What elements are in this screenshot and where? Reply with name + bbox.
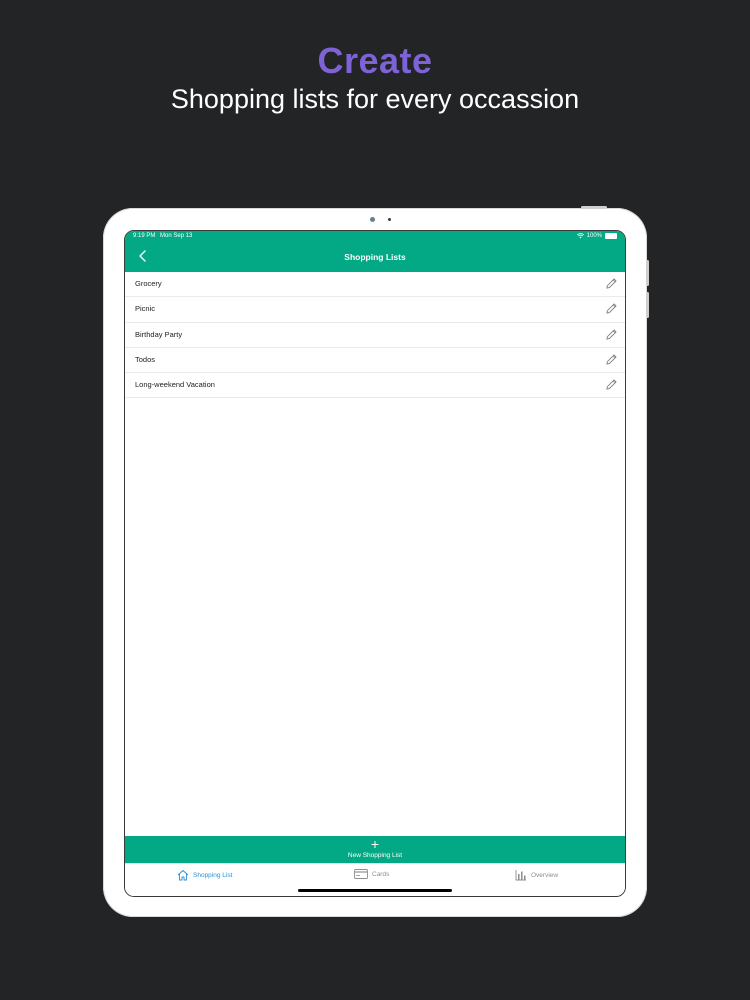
- battery-percent: 100%: [586, 233, 602, 239]
- battery-icon: [605, 233, 617, 239]
- list-item-label: Long-weekend Vacation: [135, 380, 215, 390]
- tab-cards[interactable]: Cards: [354, 869, 389, 879]
- volume-down-button: [646, 292, 649, 318]
- tab-label: Overview: [531, 871, 559, 879]
- status-right: 100%: [576, 233, 617, 239]
- status-time: 9:19 PM: [133, 233, 156, 239]
- plus-icon: +: [370, 836, 380, 852]
- list-item[interactable]: Grocery: [125, 272, 625, 298]
- home-indicator[interactable]: [298, 889, 452, 892]
- tab-label: Shopping List: [193, 871, 233, 879]
- list-item[interactable]: Long-weekend Vacation: [125, 373, 625, 399]
- top-button: [581, 206, 607, 209]
- camera-icon: [370, 217, 375, 222]
- list-item[interactable]: Picnic: [125, 297, 625, 323]
- new-shopping-list-button[interactable]: + New Shopping List: [125, 836, 625, 863]
- list-item-label: Picnic: [135, 304, 156, 314]
- new-shopping-list-label: New Shopping List: [347, 852, 403, 859]
- list-item-label: Birthday Party: [135, 329, 183, 339]
- nav-title: Shopping Lists: [344, 252, 406, 262]
- pencil-icon[interactable]: [605, 378, 618, 391]
- list-item-label: Grocery: [135, 279, 162, 288]
- pencil-icon[interactable]: [605, 277, 618, 290]
- pencil-icon[interactable]: [605, 302, 618, 315]
- pencil-icon[interactable]: [605, 328, 618, 341]
- pencil-icon[interactable]: [605, 353, 618, 366]
- status-date: Mon Sep 13: [160, 233, 193, 239]
- card-icon: [354, 869, 368, 879]
- list-item[interactable]: Birthday Party: [125, 323, 625, 348]
- bar-chart-icon: [515, 870, 526, 881]
- tablet-frame: 9:19 PM Mon Sep 13 100% Shopping Lists G…: [103, 206, 649, 917]
- tab-bar: Shopping List Cards Overview: [125, 863, 625, 896]
- nav-bar: Shopping Lists: [125, 242, 625, 272]
- wifi-icon: [576, 233, 584, 239]
- tab-label: Cards: [372, 870, 390, 878]
- list-item[interactable]: Todos: [125, 348, 625, 374]
- promo-subheadline: Shopping lists for every occassion: [170, 84, 580, 114]
- shopping-list-table: Grocery Picnic Birthday Party Todos Long…: [125, 272, 625, 399]
- tab-overview[interactable]: Overview: [515, 869, 558, 881]
- tab-shopping-list[interactable]: Shopping List: [177, 869, 232, 881]
- list-item-label: Todos: [135, 354, 156, 364]
- promo-headline: Create: [317, 40, 433, 81]
- sensor-icon: [388, 218, 391, 221]
- house-icon: [177, 870, 189, 881]
- volume-up-button: [646, 260, 649, 286]
- app-screen: 9:19 PM Mon Sep 13 100% Shopping Lists G…: [124, 230, 626, 897]
- status-bar: 9:19 PM Mon Sep 13 100%: [125, 231, 625, 242]
